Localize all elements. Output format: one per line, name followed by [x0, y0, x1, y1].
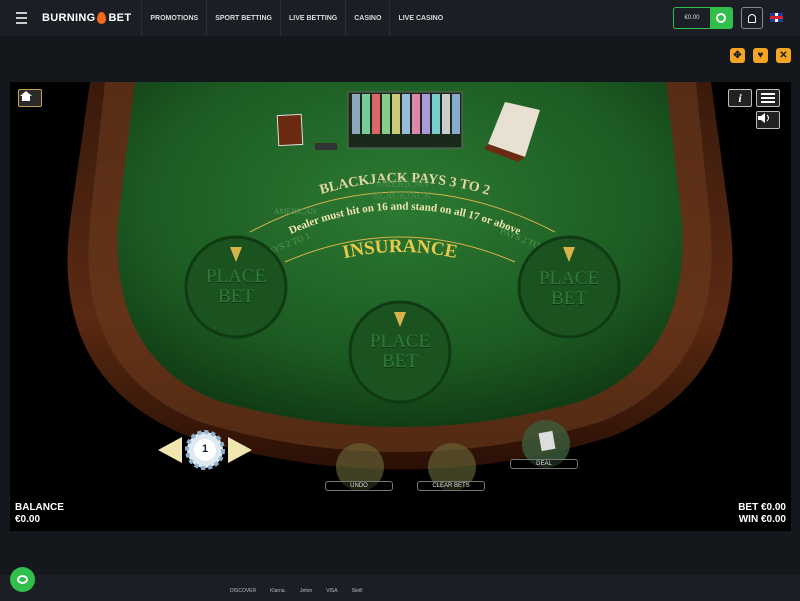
- close-icon[interactable]: ✕: [776, 48, 791, 63]
- info-button[interactable]: i: [728, 89, 752, 107]
- logo-text-right: BET: [108, 12, 132, 24]
- chip-tray: [352, 94, 460, 134]
- hamburger-menu-icon[interactable]: [16, 12, 36, 24]
- win-value: €0.00: [760, 514, 786, 525]
- place-bet-text-line2: BET: [551, 288, 587, 309]
- payment-logos: DISCOVER Klarna. Jeton VISA Skrill: [230, 588, 362, 594]
- logo-text-left: BURNING: [42, 12, 96, 24]
- home-icon: [20, 91, 32, 101]
- chip-prev-arrow[interactable]: [158, 437, 182, 463]
- jeton-logo: Jeton: [299, 588, 313, 594]
- main-nav: PROMOTIONS SPORT BETTING LIVE BETTING CA…: [141, 0, 451, 36]
- chip-value[interactable]: 1: [195, 443, 215, 455]
- sound-button[interactable]: [756, 111, 780, 129]
- home-button[interactable]: [18, 89, 42, 107]
- speaker-icon: [758, 113, 769, 123]
- bet-win-display: BET €0.00 WIN €0.00: [738, 502, 786, 526]
- balance-display: BALANCE €0.00: [15, 502, 64, 526]
- table-title-line-2: BLACKJACK: [373, 191, 433, 202]
- chip-next-arrow[interactable]: [228, 437, 252, 463]
- klarna-logo: Klarna.: [270, 588, 286, 594]
- table-title-line-1: AMERICAN: [375, 179, 428, 190]
- place-bet-text-line1: PLACE: [205, 266, 267, 287]
- user-icon: [748, 13, 756, 23]
- nav-promotions[interactable]: PROMOTIONS: [141, 0, 206, 36]
- chat-icon: [17, 575, 28, 584]
- fullscreen-icon[interactable]: ✥: [730, 48, 745, 63]
- bet-spot-center[interactable]: PLACE BET: [350, 327, 450, 377]
- header-balance: €0.00: [684, 15, 700, 21]
- place-bet-text-line1: PLACE: [369, 331, 431, 352]
- deposit-icon[interactable]: [710, 8, 732, 28]
- deposit-balance-button[interactable]: €0.00: [673, 7, 733, 29]
- brand-logo[interactable]: BURNING BET: [42, 12, 131, 24]
- title-line-1: AMERICAN: [274, 207, 317, 216]
- place-bet-text-line2: BET: [218, 286, 254, 307]
- win-label: WIN: [738, 514, 759, 525]
- chat-button[interactable]: [10, 567, 35, 592]
- favorite-icon[interactable]: ♥: [753, 48, 768, 63]
- nav-live-betting[interactable]: LIVE BETTING: [279, 0, 345, 36]
- place-bet-text-line2: BET: [382, 351, 418, 372]
- balance-label: BALANCE: [15, 502, 64, 513]
- undo-button[interactable]: UNDO: [325, 481, 393, 491]
- account-button[interactable]: [741, 7, 763, 29]
- uk-flag-icon[interactable]: [770, 13, 783, 22]
- bet-spot-right[interactable]: PLACE BET: [519, 264, 619, 314]
- blackjack-game: BLACKJACK PAYS 3 TO 2 Dealer must hit on…: [10, 82, 791, 531]
- balance-value: €0.00: [15, 514, 41, 525]
- visa-logo: VISA: [326, 588, 338, 594]
- nav-casino[interactable]: CASINO: [345, 0, 389, 36]
- nav-live-casino[interactable]: LIVE CASINO: [389, 0, 451, 36]
- info-icon: i: [738, 90, 742, 105]
- nav-sport-betting[interactable]: SPORT BETTING: [206, 0, 280, 36]
- place-bet-text-line1: PLACE: [538, 268, 600, 289]
- table-graphic: BLACKJACK PAYS 3 TO 2 Dealer must hit on…: [67, 82, 733, 491]
- bet-value: €0.00: [760, 502, 786, 513]
- bet-label: BET: [738, 502, 759, 513]
- discover-logo: DISCOVER: [230, 588, 257, 594]
- flame-icon: [97, 12, 107, 24]
- deal-button[interactable]: DEAL: [510, 459, 578, 469]
- clear-bets-button[interactable]: CLEAR BETS: [417, 481, 485, 491]
- bet-spot-left[interactable]: PLACE BET: [186, 262, 286, 312]
- skrill-logo: Skrill: [351, 588, 363, 594]
- footer: [0, 575, 800, 601]
- menu-list-button[interactable]: [756, 89, 780, 107]
